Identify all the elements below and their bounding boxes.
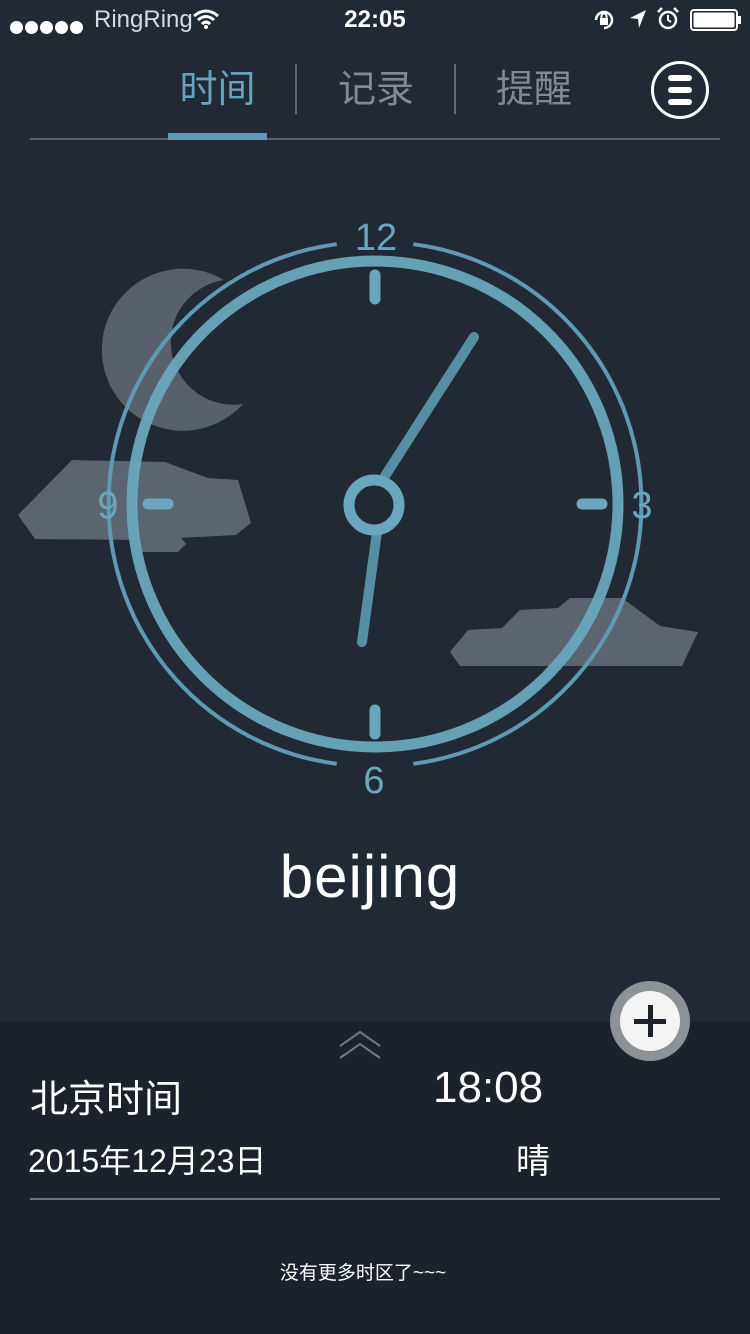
cloud-icon [450,598,698,666]
tab-time[interactable]: 时间 [168,64,267,116]
chevron-up-icon[interactable] [338,1030,382,1062]
tab-reminders[interactable]: 提醒 [484,64,584,116]
timezone-date: 2015年12月23日 [28,1143,267,1179]
tab-records[interactable]: 记录 [326,64,426,116]
alarm-clock-icon [657,7,679,30]
plus-icon [620,991,680,1051]
active-tab-indicator [168,133,267,140]
add-timezone-button[interactable] [610,981,690,1061]
clock-number-12: 12 [355,217,397,259]
clock-number-3: 3 [631,485,652,527]
tab-divider [454,64,456,114]
menu-icon [668,75,692,81]
status-bar: RingRing 22:05 [0,0,750,40]
clock-number-6: 6 [363,760,384,802]
cloud-icon [136,536,186,552]
hour-hand [357,527,382,647]
tab-divider [295,64,297,114]
menu-button[interactable] [651,61,709,119]
timezone-time: 18:08 [433,1063,544,1112]
timezone-name: 北京时间 [30,1079,183,1121]
crescent-moon-icon [101,268,243,431]
analog-clock: 12 3 6 9 [18,217,698,802]
rotation-lock-icon [594,10,614,30]
clock-number-9: 9 [97,485,118,527]
tab-bar-baseline [30,138,720,140]
no-more-timezones-text: 没有更多时区了~~~ [279,1263,447,1284]
divider [30,1198,720,1200]
minute-hand [380,332,479,481]
clock-center-pivot [343,474,405,536]
location-arrow-icon [630,10,646,28]
timezone-weather: 晴 [516,1143,550,1181]
battery-icon [690,9,741,31]
city-name: beijing [279,843,461,910]
